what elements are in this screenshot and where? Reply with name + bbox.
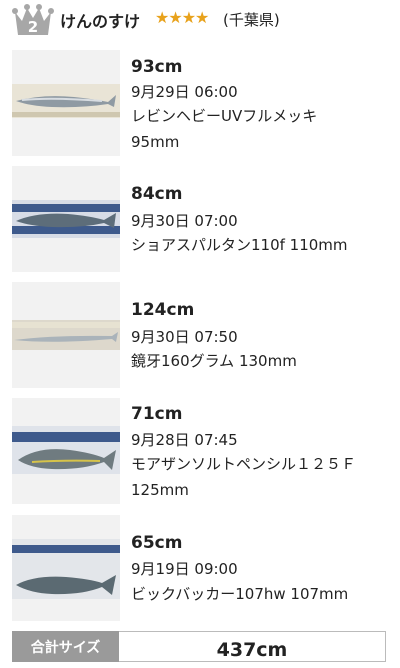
catch-lure: ビックバッカー107hw 107mm [131,585,349,603]
catch-size: 71cm [131,404,183,424]
catch-item[interactable]: 124cm 9月30日 07:50 鏡牙160グラム 130mm [0,282,400,390]
total-size-row: 合計サイズ 437cm [12,631,387,662]
prefecture-label: (千葉県) [223,11,280,29]
catch-item[interactable]: 84cm 9月30日 07:00 ショアスパルタン110f 110mm [0,166,400,274]
catch-datetime: 9月28日 07:45 [131,431,238,449]
rank-number: 2 [28,18,38,36]
catch-item[interactable]: 65cm 9月19日 09:00 ビックバッカー107hw 107mm [0,515,400,623]
catch-photo[interactable] [12,282,120,388]
silver-crown-icon: 2 [12,2,54,38]
catch-lure: 鏡牙160グラム 130mm [131,352,297,370]
catch-size: 124cm [131,300,195,320]
catch-datetime: 9月30日 07:00 [131,212,238,230]
catch-size: 84cm [131,184,183,204]
ranking-header: 2 けんのすけ ★★★★ (千葉県) [0,0,400,40]
catch-lure: ショアスパルタン110f 110mm [131,236,348,254]
rating-stars: ★★★★ [155,8,209,27]
catch-datetime: 9月19日 09:00 [131,560,238,578]
catch-size: 93cm [131,57,183,77]
catch-datetime: 9月30日 07:50 [131,328,238,346]
catch-datetime: 9月29日 06:00 [131,83,238,101]
user-name[interactable]: けんのすけ [60,8,140,32]
catch-lure: レビンヘビーUVフルメッキ 95mm [131,107,333,151]
catch-photo[interactable] [12,50,120,156]
catch-size: 65cm [131,533,183,553]
catch-photo[interactable] [12,398,120,504]
catch-item[interactable]: 93cm 9月29日 06:00 レビンヘビーUVフルメッキ 95mm [0,50,400,158]
catch-lure: モアザンソルトペンシル１２５Ｆ 125mm [131,455,357,499]
catch-photo[interactable] [12,515,120,621]
catch-item[interactable]: 71cm 9月28日 07:45 モアザンソルトペンシル１２５Ｆ 125mm [0,398,400,506]
total-size-value: 437cm [119,631,386,662]
total-size-label: 合計サイズ [12,631,119,662]
catch-photo[interactable] [12,166,120,272]
